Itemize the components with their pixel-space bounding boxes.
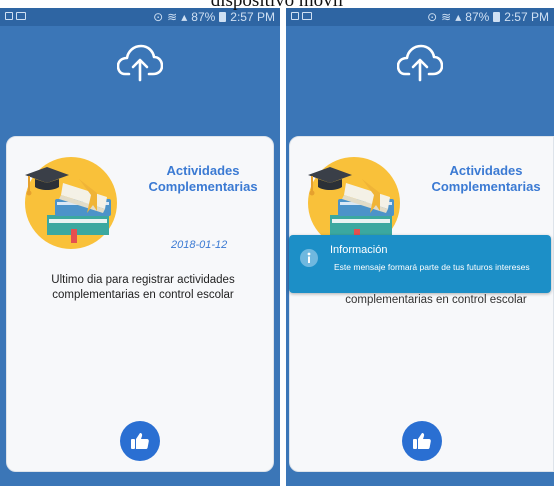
thumbs-up-icon: [412, 433, 431, 449]
battery-icon: [219, 12, 227, 22]
like-button[interactable]: [401, 421, 442, 461]
phone-screen-left: ⊙ ≋ ▴ 87% 2:57 PM Actividades Complement…: [0, 8, 280, 486]
cloud-upload-icon[interactable]: [117, 44, 163, 82]
card-message: Ultimo dia para registrar actividades co…: [51, 274, 235, 301]
card-message-fragment: complementarias en control escolar: [345, 294, 527, 306]
notification-icon: [291, 12, 299, 20]
notification-card: Actividades Complementarias 2018-01-12 U…: [6, 136, 274, 472]
card-title: Actividades Complementarias: [148, 163, 258, 194]
graduation-books-illustration: [25, 157, 117, 249]
notification-icon: [5, 12, 13, 20]
info-toast[interactable]: Información Este mensaje formará parte d…: [289, 235, 551, 293]
toast-title: Información: [330, 244, 388, 256]
notification-icons: [5, 12, 26, 20]
toast-body: Este mensaje formará parte de tus futuro…: [334, 262, 530, 272]
notification-icons: [291, 12, 312, 20]
info-icon: [300, 249, 318, 267]
mail-icon: [302, 12, 312, 20]
card-title: Actividades Complementarias: [431, 163, 541, 194]
cloud-upload-icon[interactable]: [397, 44, 443, 82]
mail-icon: [16, 12, 26, 20]
thumbs-up-icon: [131, 433, 149, 449]
figure-caption: dispositivo móvil: [210, 0, 344, 11]
card-date: 2018-01-12: [171, 239, 228, 251]
like-button[interactable]: [120, 421, 160, 461]
battery-icon: [493, 12, 501, 22]
notification-card: Actividades Complementarias complementar…: [289, 136, 554, 472]
